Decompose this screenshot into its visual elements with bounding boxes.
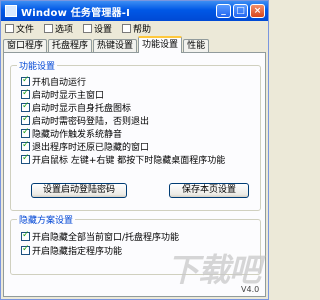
settings-icon [83, 24, 93, 33]
checkbox[interactable] [21, 230, 30, 241]
option-require-password[interactable]: 启动时需密码登陆，否则退出 [21, 114, 149, 127]
version-label: V4.0 [241, 285, 260, 294]
tab-performance[interactable]: 性能 [183, 39, 210, 53]
close-button[interactable]: × [250, 4, 265, 18]
tab-hotkey-settings[interactable]: 热键设置 [93, 39, 138, 53]
app-icon [5, 5, 17, 17]
option-mute-on-hide[interactable]: 隐藏动作触发系统静音 [21, 127, 122, 140]
set-login-password-button[interactable]: 设置启动登陆密码 [31, 183, 127, 198]
menu-file[interactable]: 文件 [5, 22, 34, 35]
save-page-settings-button[interactable]: 保存本页设置 [169, 183, 249, 198]
file-icon [5, 24, 14, 33]
tab-function-settings[interactable]: 功能设置 [138, 36, 183, 53]
option-hide-all-windows[interactable]: 开启隐藏全部当前窗口/托盘程序功能 [21, 230, 179, 243]
menu-help[interactable]: 帮助 [122, 22, 151, 35]
menu-options[interactable]: 选项 [44, 22, 73, 35]
option-hide-specified-programs[interactable]: 开启隐藏指定程序功能 [21, 244, 122, 257]
function-settings-group: 功能设置 开机自动运行 启动时显示主窗口 启动时显示自身托盘图标 启动时需密码登… [10, 59, 261, 211]
checkbox[interactable] [21, 153, 30, 164]
checkbox[interactable] [21, 88, 30, 99]
minimize-button[interactable]: _ [216, 4, 231, 18]
maximize-button[interactable]: □ [233, 4, 248, 18]
checkbox[interactable] [21, 244, 30, 255]
app-window: Window 任务管理器-I _ □ × 文件 选项 设置 帮助 窗口程序 托盘… [0, 0, 269, 300]
checkbox[interactable] [21, 101, 30, 112]
option-show-tray-icon[interactable]: 启动时显示自身托盘图标 [21, 101, 131, 114]
tab-window-programs[interactable]: 窗口程序 [3, 39, 48, 53]
function-settings-title: 功能设置 [17, 59, 58, 72]
window-title: Window 任务管理器-I [21, 7, 130, 19]
menu-settings[interactable]: 设置 [83, 22, 112, 35]
help-icon [122, 24, 132, 33]
option-restore-on-exit[interactable]: 退出程序时还原已隐藏的窗口 [21, 140, 149, 153]
menu-bar: 文件 选项 设置 帮助 [1, 21, 268, 36]
hide-scheme-title: 隐藏方案设置 [17, 213, 76, 226]
checkbox[interactable] [21, 140, 30, 151]
tab-strip: 窗口程序 托盘程序 热键设置 功能设置 性能 [3, 36, 210, 53]
option-show-main-window[interactable]: 启动时显示主窗口 [21, 88, 104, 101]
title-bar[interactable]: Window 任务管理器-I _ □ × [1, 1, 268, 21]
option-mouse-hide-desktop[interactable]: 开启鼠标 左键+右键 都按下时隐藏桌面程序功能 [21, 153, 225, 166]
checkbox[interactable] [21, 75, 30, 86]
option-auto-start[interactable]: 开机自动运行 [21, 75, 86, 88]
options-icon [44, 24, 54, 33]
checkbox[interactable] [21, 127, 30, 138]
checkbox[interactable] [21, 114, 30, 125]
tab-tray-programs[interactable]: 托盘程序 [48, 39, 93, 53]
